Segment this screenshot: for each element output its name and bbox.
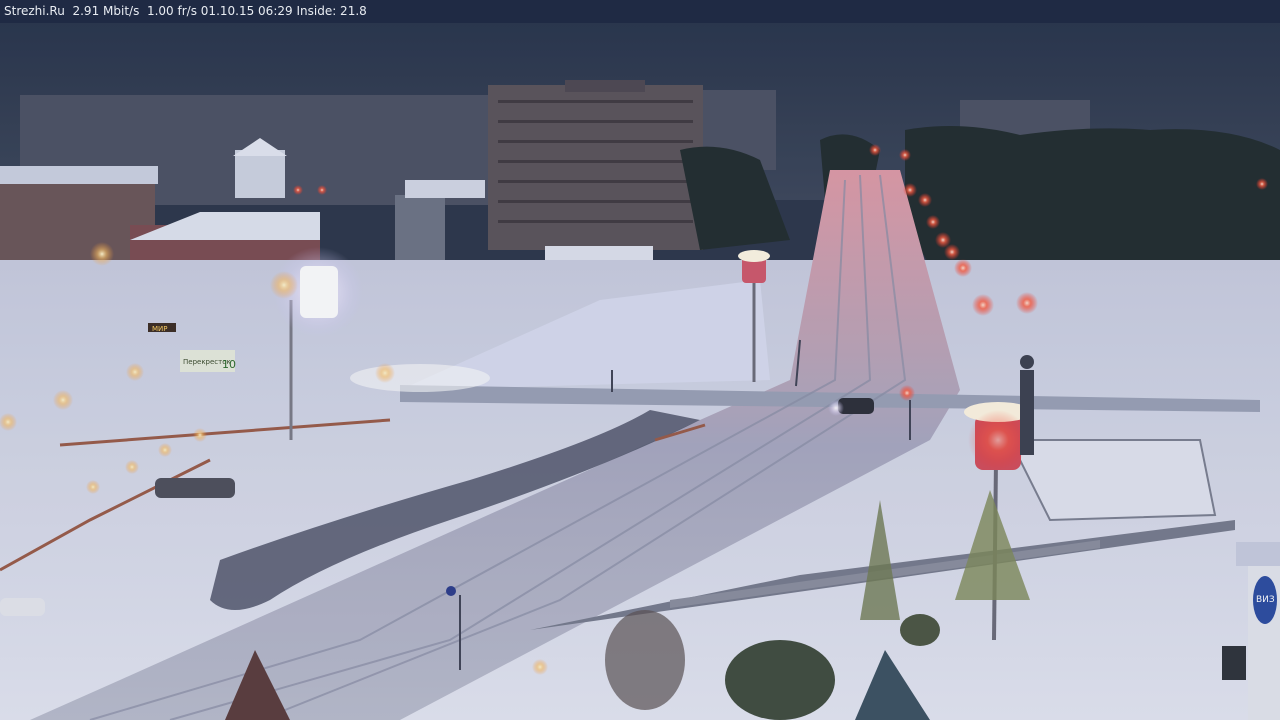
street-scene: Перекресток 10 МИР ВИЗ <box>0 0 1280 720</box>
overlay-framerate: 1.00 fr/s <box>146 4 197 18</box>
overlay-datetime: 01.10.15 06:29 <box>200 4 293 18</box>
overlay-bitrate: 2.91 Mbit/s <box>72 4 140 18</box>
overlay-inside-temp: Inside: 21.8 <box>296 4 367 18</box>
haze <box>0 0 1280 720</box>
overlay-site: Strezhi.Ru <box>4 4 65 18</box>
camera-overlay-bar: Strezhi.Ru 2.91 Mbit/s 1.00 fr/s 01.10.1… <box>0 0 1280 23</box>
